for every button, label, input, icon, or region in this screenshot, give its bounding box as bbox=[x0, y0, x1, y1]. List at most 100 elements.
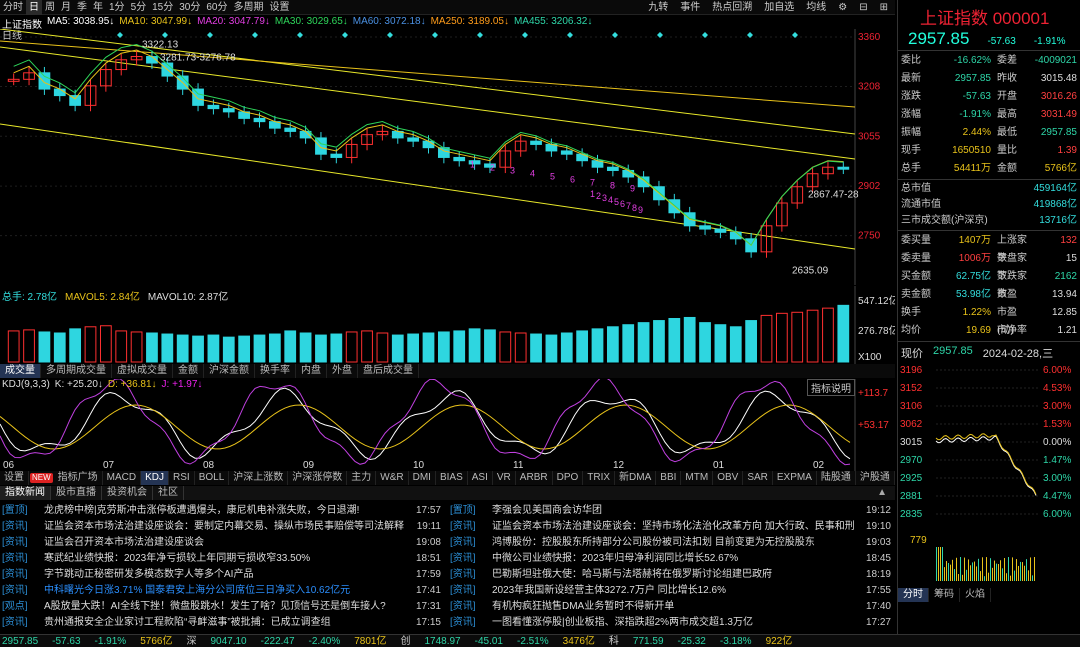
news-title[interactable]: 寒武纪业绩快报：2023年净亏损较上年同期亏损收窄33.50% bbox=[44, 551, 405, 567]
indicator-tab[interactable]: 陆股通 bbox=[817, 471, 856, 485]
news-item[interactable]: [观点] A股放量大跌！AI全线下挫！微盘股跳水！发生了啥？见顶信号还是倒车接人?… bbox=[0, 599, 445, 615]
indicator-tab[interactable]: BOLL bbox=[195, 471, 230, 485]
news-title[interactable]: 证监会资本市场法治建设座谈会：要制定内幕交易、操纵市场民事赔偿等司法解释 bbox=[44, 519, 405, 535]
news-item[interactable]: [资讯] 证监会资本市场法治建设座谈会：要制定内幕交易、操纵市场民事赔偿等司法解释… bbox=[0, 519, 445, 535]
period-tab-3[interactable]: 月 bbox=[58, 0, 74, 15]
news-title[interactable]: 巴勒斯坦驻俄大使：哈马斯与法塔赫将在俄罗斯讨论组建巴政府 bbox=[492, 567, 855, 583]
news-item[interactable]: [资讯] 2023年我国新设经营主体3272.7万户 同比增长12.6% 17:55 bbox=[448, 583, 895, 599]
news-item[interactable]: [资讯] 寒武纪业绩快报：2023年净亏损较上年同期亏损收窄33.50% 18:51 bbox=[0, 551, 445, 567]
toolbar-tool-7[interactable]: ⊞ bbox=[877, 0, 891, 15]
toolbar-tool-2[interactable]: 热点回溯 bbox=[709, 0, 755, 15]
news-title[interactable]: 证监会资本市场法治建设座谈会：坚持市场化法治化改革方向 加大行政、民事和刑... bbox=[492, 519, 855, 535]
toolbar-tool-0[interactable]: 九转 bbox=[645, 0, 671, 15]
volume-subtab[interactable]: 虚拟成交量 bbox=[112, 364, 173, 378]
toolbar-tool-5[interactable]: ⚙ bbox=[835, 0, 850, 15]
indicator-tab[interactable]: ARBR bbox=[516, 471, 553, 485]
news-item[interactable]: [资讯] 一图看懂涨停股|创业板指、深指跌超2%两市成交超1.3万亿 17:27 bbox=[448, 615, 895, 631]
news-title[interactable]: 李强会见美国商会访华团 bbox=[492, 503, 855, 519]
toolbar-tool-1[interactable]: 事件 bbox=[677, 0, 703, 15]
indicator-tab[interactable]: TRIX bbox=[583, 471, 616, 485]
news-tab[interactable]: 指数新闻 bbox=[0, 486, 51, 500]
news-tab[interactable]: 社区 bbox=[153, 486, 184, 500]
volume-subtab[interactable]: 多周期成交量 bbox=[41, 364, 112, 378]
indicator-tab[interactable]: W&R bbox=[376, 471, 409, 485]
news-title[interactable]: 字节跳动正秘密研发多模态数字人等多个AI产品 bbox=[44, 567, 405, 583]
indicator-tab[interactable]: BBI bbox=[656, 471, 682, 485]
period-tab-6[interactable]: 1分 bbox=[106, 0, 128, 15]
news-title[interactable]: 龙虎榜中榜|克劳斯冲击涨停板遭遇爆头，康尼机电补涨失败，今日退潮! bbox=[44, 503, 405, 519]
news-item[interactable]: [资讯] 字节跳动正秘密研发多模态数字人等多个AI产品 17:59 bbox=[0, 567, 445, 583]
news-title[interactable]: 有机构疯狂抛售DMA业务暂时不得新开单 bbox=[492, 599, 855, 615]
news-item[interactable]: [资讯] 中科曙光今日涨3.71% 国泰君安上海分公司席位三日净买入10.62亿元… bbox=[0, 583, 445, 599]
kline-chart[interactable]: 3360 3208 3055 2902 2750 日线 3322.13 3281.73-327… bbox=[0, 28, 895, 285]
news-title[interactable]: 一图看懂涨停股|创业板指、深指跌超2%两市成交超1.3万亿 bbox=[492, 615, 855, 631]
toolbar-tool-4[interactable]: 均线 bbox=[803, 0, 829, 15]
news-title[interactable]: A股放量大跌！AI全线下挫！微盘股跳水！发生了啥？见顶信号还是倒车接人? bbox=[44, 599, 405, 615]
news-item[interactable]: [资讯] 巴勒斯坦驻俄大使：哈马斯与法塔赫将在俄罗斯讨论组建巴政府 18:19 bbox=[448, 567, 895, 583]
indicator-tab[interactable]: 沪股通 bbox=[856, 471, 895, 485]
news-tab[interactable]: 股市直播 bbox=[51, 486, 102, 500]
news-title[interactable]: 鸿博股份：控股股东所持部分公司股份被司法扣划 目前变更为无控股股东 bbox=[492, 535, 855, 551]
indicator-tab[interactable]: 沪深上涨数 bbox=[229, 471, 289, 485]
volume-subtab[interactable]: 金额 bbox=[173, 364, 204, 378]
intraday-chart[interactable]: 3196 6.00% 3152 4.53% 3106 3.00% 3062 1.53% 3015… bbox=[898, 363, 1080, 585]
period-tab-8[interactable]: 15分 bbox=[149, 0, 176, 15]
indicator-tab[interactable]: SAR bbox=[743, 471, 773, 485]
volume-subtab[interactable]: 外盘 bbox=[327, 364, 358, 378]
period-tab-9[interactable]: 30分 bbox=[176, 0, 203, 15]
news-item[interactable]: [资讯] 贵州通报安全企业家讨工程款陷“寻衅滋事”被批捕：已成立调查组 17:15 bbox=[0, 615, 445, 631]
period-tab-11[interactable]: 多周期 bbox=[231, 0, 267, 15]
indicator-tab[interactable]: 新DMA bbox=[615, 471, 657, 485]
period-tab-12[interactable]: 设置 bbox=[267, 0, 293, 15]
kline-svg[interactable]: 33603208305529022750日线3322.133281.73-327… bbox=[0, 28, 895, 285]
volume-subtab[interactable]: 盘后成交量 bbox=[358, 364, 419, 378]
volume-subtab[interactable]: 内盘 bbox=[296, 364, 327, 378]
news-item[interactable]: [资讯] 鸿博股份：控股股东所持部分公司股份被司法扣划 目前变更为无控股股东 19:… bbox=[448, 535, 895, 551]
news-item[interactable]: [资讯] 中微公司业绩快报：2023年归母净利润同比增长52.67% 18:45 bbox=[448, 551, 895, 567]
indicator-tab[interactable]: 指标广场 bbox=[54, 471, 103, 485]
news-title[interactable]: 2023年我国新设经营主体3272.7万户 同比增长12.6% bbox=[492, 583, 855, 599]
news-title[interactable]: 证监会召开资本市场法治建设座谈会 bbox=[44, 535, 405, 551]
news-title[interactable]: 贵州通报安全企业家讨工程款陷“寻衅滋事”被批捕：已成立调查组 bbox=[44, 615, 405, 631]
period-tab-1[interactable]: 日 bbox=[26, 0, 42, 15]
volume-subtab[interactable]: 沪深金额 bbox=[204, 364, 255, 378]
volume-subtab[interactable]: 成交量 bbox=[0, 364, 41, 378]
indicator-tab[interactable]: 主力 bbox=[347, 471, 377, 485]
indicator-tab[interactable]: ASI bbox=[468, 471, 493, 485]
news-item[interactable]: [资讯] 证监会资本市场法治建设座谈会：坚持市场化法治化改革方向 加大行政、民事和… bbox=[448, 519, 895, 535]
indicator-tab[interactable]: BIAS bbox=[436, 471, 468, 485]
period-tab-4[interactable]: 季 bbox=[74, 0, 90, 15]
indicator-tab[interactable]: OBV bbox=[713, 471, 744, 485]
news-item[interactable]: [置顶] 龙虎榜中榜|克劳斯冲击涨停板遭遇爆头，康尼机电补涨失败，今日退潮! 17:… bbox=[0, 503, 445, 519]
indicator-tab[interactable]: DMI bbox=[409, 471, 436, 485]
collapse-icon[interactable]: ▲ bbox=[869, 486, 895, 500]
indicator-tab[interactable]: VR bbox=[493, 471, 516, 485]
indicator-tab[interactable]: MACD bbox=[103, 471, 142, 485]
indicator-tab[interactable]: 设置 bbox=[0, 471, 29, 485]
period-tab-5[interactable]: 年 bbox=[90, 0, 106, 15]
indicator-tab[interactable]: MTM bbox=[681, 471, 714, 485]
toolbar-tool-6[interactable]: ⊟ bbox=[856, 0, 870, 15]
indicator-help-button[interactable]: 指标说明 bbox=[807, 379, 855, 396]
intraday-tab[interactable]: 分时 bbox=[898, 588, 929, 602]
news-item[interactable]: [资讯] 有机构疯狂抛售DMA业务暂时不得新开单 17:40 bbox=[448, 599, 895, 615]
indicator-tab[interactable]: EXPMA bbox=[773, 471, 817, 485]
indicator-tab[interactable]: KDJ bbox=[141, 471, 170, 485]
indicator-tab[interactable]: RSI bbox=[169, 471, 195, 485]
period-tab-0[interactable]: 分时 bbox=[0, 0, 26, 15]
news-item[interactable]: [置顶] 李强会见美国商会访华团 19:12 bbox=[448, 503, 895, 519]
indicator-tab[interactable]: 沪深涨停数 bbox=[288, 471, 348, 485]
intraday-tab[interactable]: 火焰 bbox=[960, 588, 991, 602]
news-item[interactable]: [资讯] 证监会召开资本市场法治建设座谈会 19:08 bbox=[0, 535, 445, 551]
intraday-tab[interactable]: 筹码 bbox=[929, 588, 960, 602]
period-tab-10[interactable]: 60分 bbox=[203, 0, 230, 15]
period-tab-2[interactable]: 周 bbox=[42, 0, 58, 15]
news-tab[interactable]: 投资机会 bbox=[102, 486, 153, 500]
volume-subtab[interactable]: 换手率 bbox=[255, 364, 296, 378]
news-title[interactable]: 中科曙光今日涨3.71% 国泰君安上海分公司席位三日净买入10.62亿元 bbox=[44, 583, 405, 599]
toolbar-tool-3[interactable]: 加自选 bbox=[761, 0, 797, 15]
indicator-tab[interactable]: DPO bbox=[553, 471, 584, 485]
intraday-vol-bar bbox=[944, 567, 945, 581]
period-tab-7[interactable]: 5分 bbox=[128, 0, 150, 15]
news-title[interactable]: 中微公司业绩快报：2023年归母净利润同比增长52.67% bbox=[492, 551, 855, 567]
